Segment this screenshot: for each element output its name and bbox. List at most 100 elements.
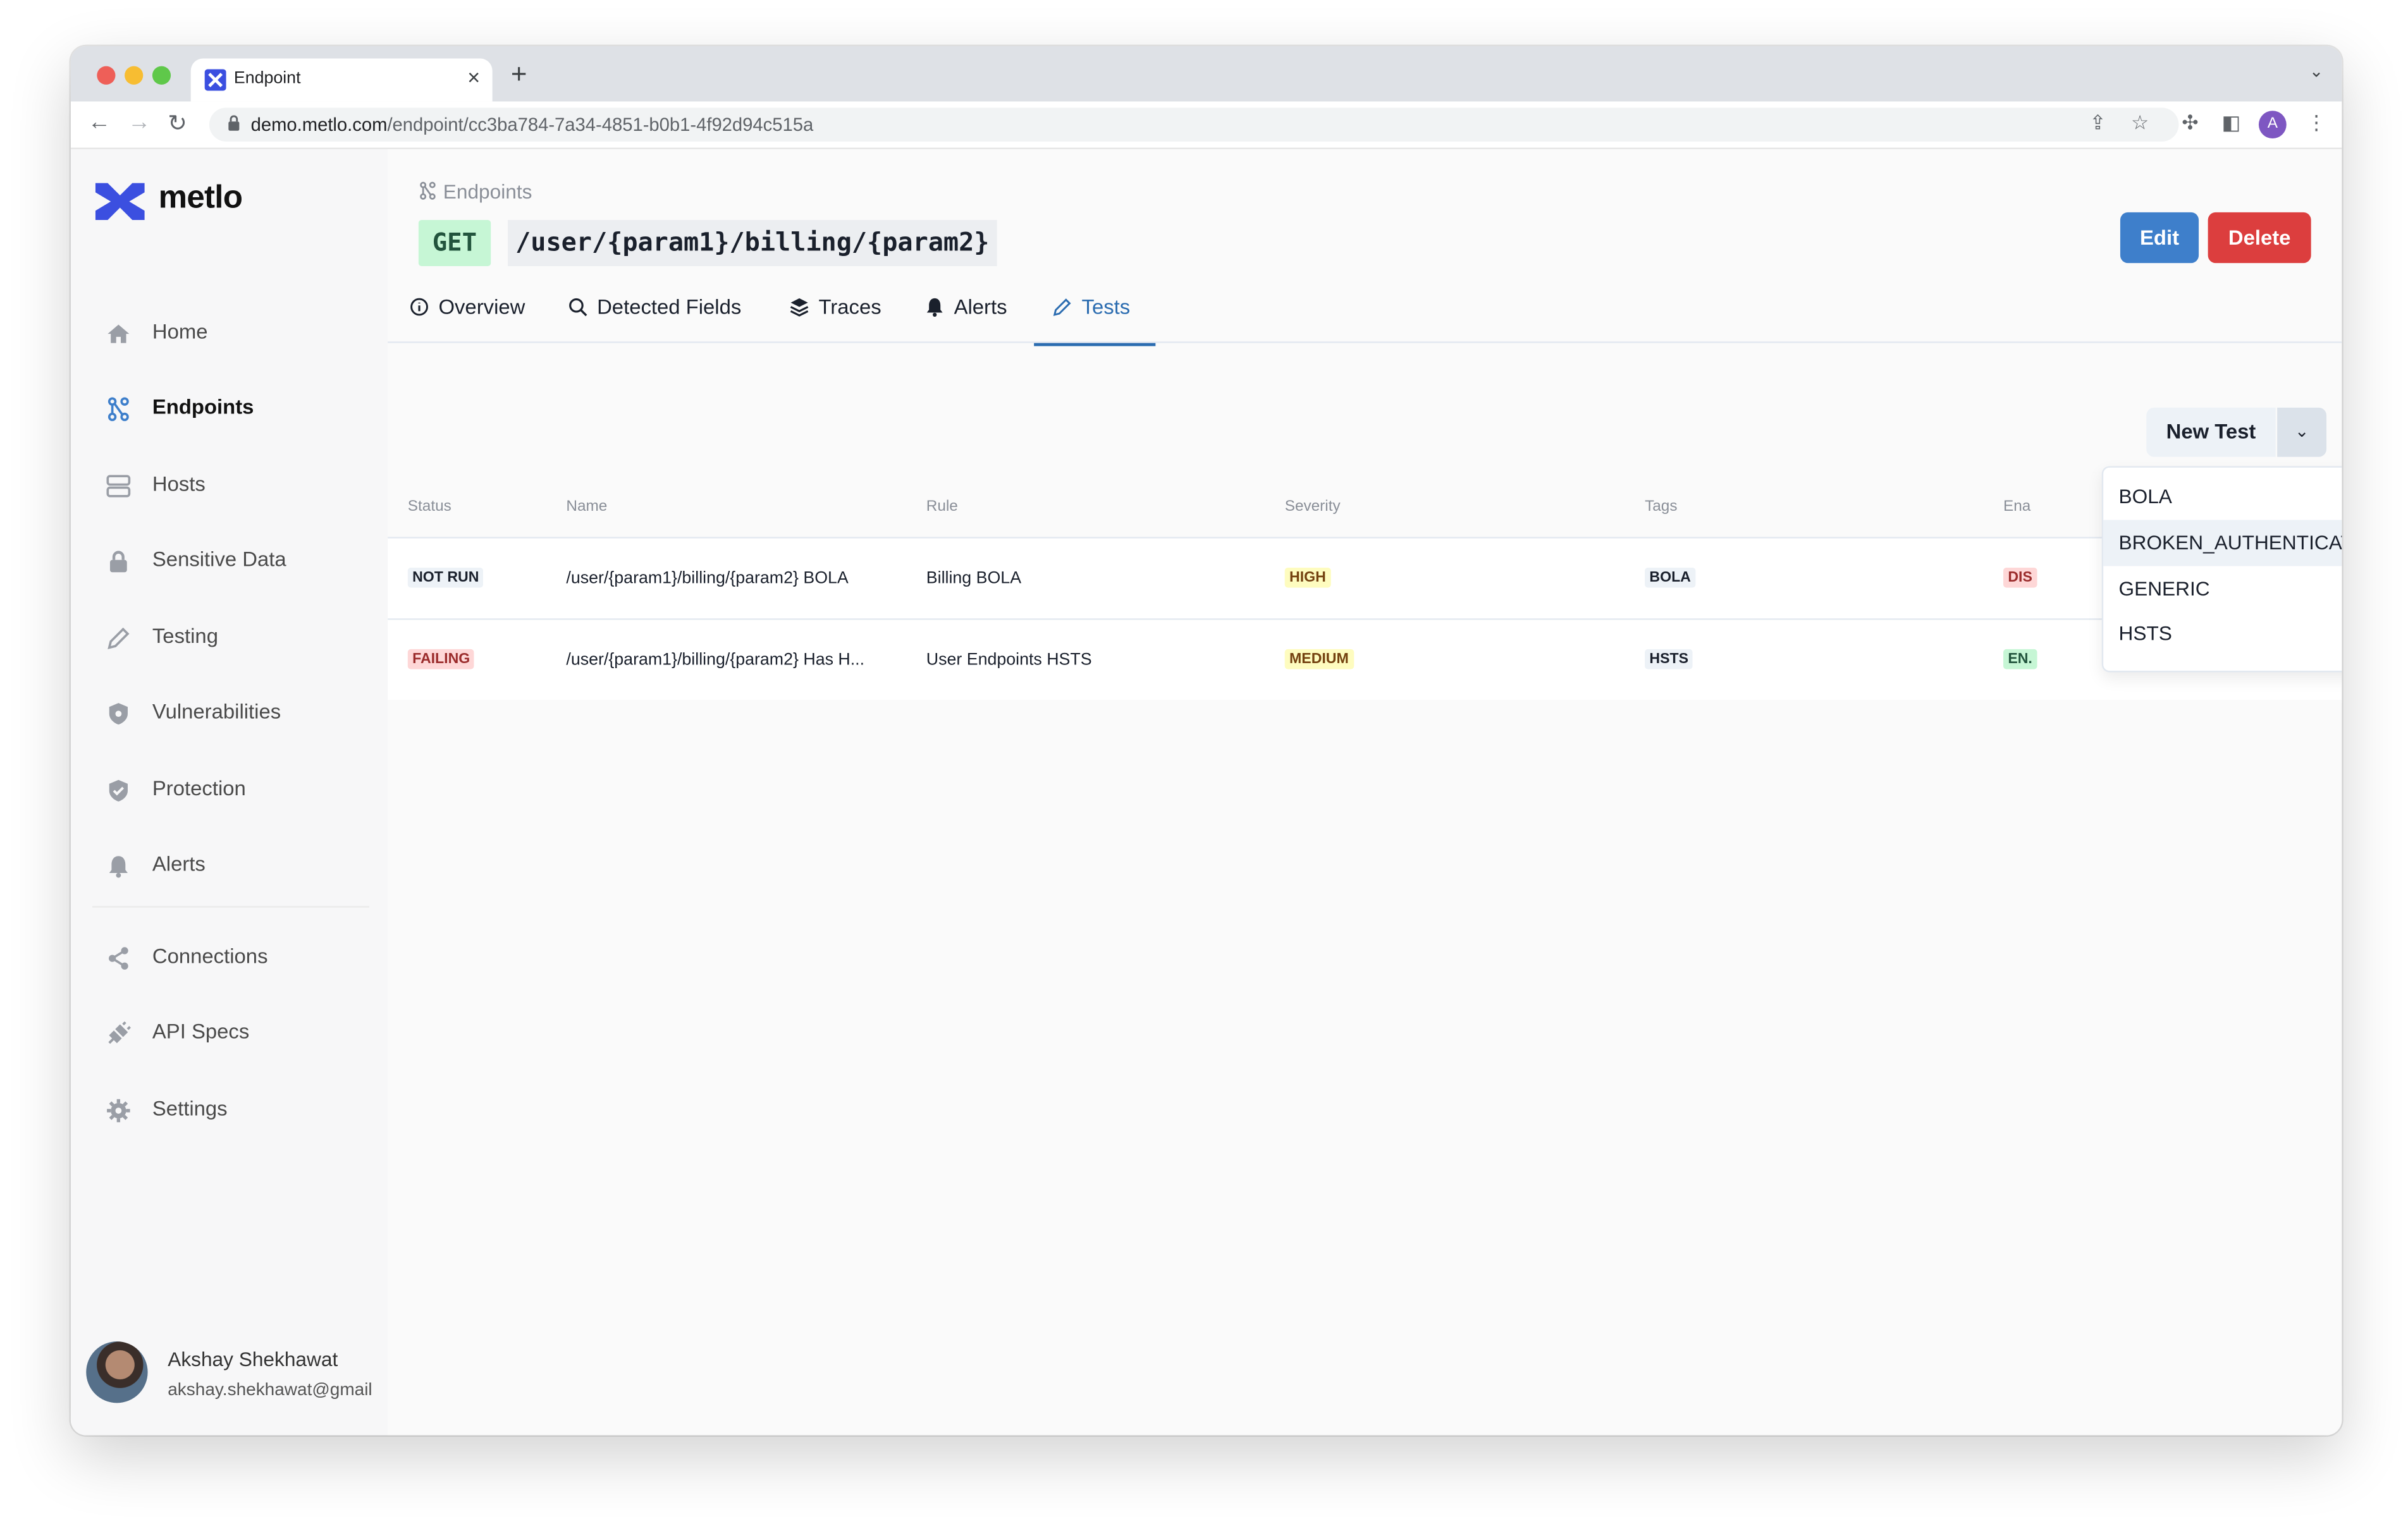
table-row[interactable]: FAILING /user/{param1}/billing/{param2} …: [388, 620, 2342, 700]
sidebar-item-sensitive-data[interactable]: Sensitive Data: [71, 534, 388, 589]
breadcrumb-label: Endpoints: [443, 180, 532, 204]
plug-icon: [108, 1021, 131, 1044]
tests-table: Status Name Rule Severity Tags Ena NOT R…: [388, 472, 2342, 704]
sidebar-item-connections[interactable]: Connections: [71, 931, 388, 986]
home-icon: [108, 324, 130, 343]
side-panel-icon[interactable]: ◧: [2222, 111, 2241, 135]
column-header-tags: Tags: [1645, 498, 1678, 516]
test-name: /user/{param1}/billing/{param2} Has H...: [566, 650, 865, 669]
tab-overview[interactable]: Overview: [409, 295, 525, 341]
active-tab-indicator: [1034, 343, 1156, 346]
status-badge: FAILING: [407, 649, 475, 669]
menu-item-bola[interactable]: BOLA: [2103, 474, 2342, 520]
column-header-enabled: Ena: [2003, 498, 2031, 516]
maximize-window-button[interactable]: [152, 66, 171, 85]
sidebar-item-hosts[interactable]: Hosts: [71, 458, 388, 514]
bookmark-star-icon[interactable]: ☆: [2131, 111, 2149, 135]
app: metlo Home Endpoints Hosts Sensitive Dat…: [70, 149, 2342, 1436]
tag-badge: BOLA: [1645, 567, 1696, 588]
sidebar-item-api-specs[interactable]: API Specs: [71, 1006, 388, 1062]
sidebar-item-label: API Specs: [152, 1020, 250, 1043]
url-path: /endpoint/cc3ba784-7a34-4851-b0b1-4f92d9…: [387, 114, 814, 136]
menu-item-label: HSTS: [2118, 621, 2172, 645]
tab-search-chevron-icon[interactable]: ⌄: [2309, 61, 2323, 82]
sidebar-item-endpoints[interactable]: Endpoints: [71, 382, 388, 437]
sidebar-item-label: Testing: [152, 625, 218, 648]
http-method-badge: GET: [418, 219, 491, 266]
shield-bug-icon: [109, 703, 128, 725]
column-header-rule: Rule: [926, 498, 958, 516]
user-email: akshay.shekhawat@gmail: [168, 1381, 372, 1400]
bell-icon: [926, 298, 943, 317]
user-name: Akshay Shekhawat: [168, 1347, 338, 1371]
sidebar-item-protection[interactable]: Protection: [71, 763, 388, 819]
severity-badge: MEDIUM: [1284, 649, 1354, 669]
brand-name: metlo: [158, 180, 243, 216]
reload-icon[interactable]: ↻: [168, 109, 187, 137]
tab-detected-fields[interactable]: Detected Fields: [568, 295, 741, 341]
sidebar-item-label: Hosts: [152, 472, 206, 496]
profile-avatar[interactable]: A: [2258, 111, 2287, 139]
url-host: demo.metlo.com: [250, 114, 388, 136]
tab-tests[interactable]: Tests: [1052, 295, 1130, 341]
shield-check-icon: [109, 779, 128, 802]
server-icon: [106, 475, 131, 497]
close-tab-icon[interactable]: ×: [467, 64, 480, 89]
forward-arrow-icon[interactable]: →: [128, 109, 150, 135]
browser-menu-kebab-icon[interactable]: ⋮: [2306, 111, 2326, 135]
new-test-dropdown-toggle[interactable]: ⌄: [2277, 407, 2326, 457]
test-rule: Billing BOLA: [926, 569, 1022, 588]
tab-alerts[interactable]: Alerts: [924, 295, 1007, 341]
tab-traces[interactable]: Traces: [789, 295, 882, 341]
sidebar-item-vulnerabilities[interactable]: Vulnerabilities: [71, 686, 388, 742]
new-test-menu: BOLA BROKEN_AUTHENTICATION GENERIC HSTS: [2101, 466, 2342, 673]
extensions-puzzle-icon[interactable]: ✣: [2182, 111, 2199, 135]
endpoint-path: /user/{param1}/billing/{param2}: [507, 219, 997, 266]
menu-item-hsts[interactable]: HSTS: [2103, 611, 2342, 657]
column-header-severity: Severity: [1284, 498, 1341, 516]
new-test-button[interactable]: New Test: [2146, 407, 2276, 457]
tab-label: Detected Fields: [597, 295, 742, 319]
menu-item-generic[interactable]: GENERIC: [2103, 566, 2342, 613]
sidebar-item-label: Sensitive Data: [152, 547, 286, 571]
chevron-down-icon: ⌄: [2294, 423, 2309, 442]
severity-badge: HIGH: [1284, 567, 1331, 588]
browser-tab[interactable]: Endpoint ×: [190, 58, 493, 102]
status-badge: NOT RUN: [407, 567, 484, 588]
sidebar-item-alerts[interactable]: Alerts: [71, 838, 388, 894]
column-header-name: Name: [566, 498, 608, 516]
minimize-window-button[interactable]: [125, 66, 144, 85]
sidebar-item-testing[interactable]: Testing: [71, 611, 388, 666]
search-icon: [569, 298, 587, 317]
share-icon: [109, 947, 128, 970]
menu-item-broken-authentication[interactable]: BROKEN_AUTHENTICATION: [2103, 520, 2342, 566]
test-name: /user/{param1}/billing/{param2} BOLA: [566, 569, 849, 588]
table-row[interactable]: NOT RUN /user/{param1}/billing/{param2} …: [388, 538, 2342, 620]
edit-button[interactable]: Edit: [2120, 212, 2199, 264]
sidebar-item-settings[interactable]: Settings: [71, 1083, 388, 1138]
screen: Endpoint × + ⌄ ← → ↻ demo.metlo.com/endp…: [0, 0, 2408, 1526]
new-tab-icon[interactable]: +: [511, 58, 527, 90]
sidebar-item-label: Endpoints: [152, 395, 254, 418]
browser-tab-title: Endpoint: [233, 69, 301, 88]
lock-icon: [109, 551, 127, 573]
back-arrow-icon[interactable]: ←: [88, 109, 111, 135]
sidebar-item-label: Vulnerabilities: [152, 700, 281, 723]
delete-button[interactable]: Delete: [2208, 212, 2311, 264]
address-bar[interactable]: demo.metlo.com/endpoint/cc3ba784-7a34-48…: [209, 107, 2179, 142]
breadcrumb[interactable]: Endpoints: [419, 180, 532, 204]
metlo-favicon-icon: [204, 69, 226, 91]
layers-icon: [790, 298, 809, 317]
sidebar-item-label: Alerts: [152, 852, 206, 876]
close-window-button[interactable]: [97, 66, 116, 85]
enabled-badge: DIS: [2003, 567, 2037, 588]
sidebar-item-label: Home: [152, 320, 208, 343]
info-icon: [410, 298, 428, 316]
browser-window: Endpoint × + ⌄ ← → ↻ demo.metlo.com/endp…: [70, 46, 2342, 1436]
menu-item-label: BROKEN_AUTHENTICATION: [2118, 530, 2342, 554]
share-icon[interactable]: ⇪: [2089, 111, 2106, 135]
user-avatar[interactable]: [86, 1341, 148, 1403]
tag-badge: HSTS: [1645, 649, 1693, 669]
sidebar-item-home[interactable]: Home: [71, 306, 388, 362]
sidebar: metlo Home Endpoints Hosts Sensitive Dat…: [70, 149, 388, 1436]
